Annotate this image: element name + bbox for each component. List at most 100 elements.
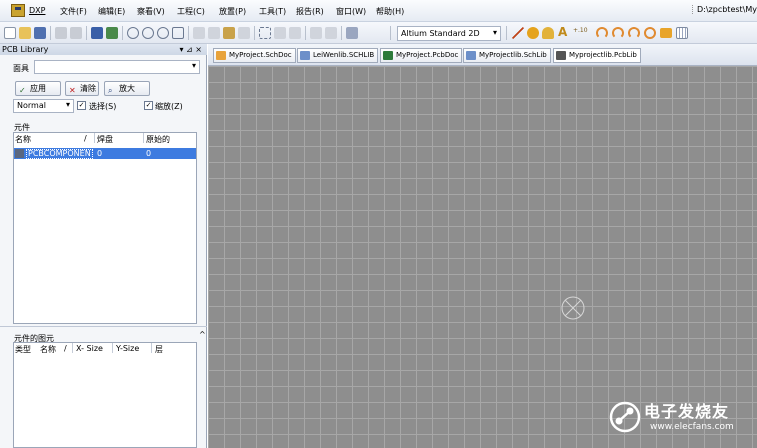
toolbar-separator [50, 26, 51, 40]
menu-window[interactable]: 窗口(W) [336, 6, 366, 17]
toolbar-separator [122, 26, 123, 40]
mode-select[interactable]: Normal [13, 99, 74, 113]
menu-project[interactable]: 工程(C) [177, 6, 205, 17]
document-path: D:\zpcbtest\My [692, 5, 757, 14]
tab-myprojectlib-schlib[interactable]: MyProjectlib.SchLib [463, 48, 551, 63]
primitives-list [13, 342, 197, 448]
place-coordinate-icon[interactable]: +.10 [573, 27, 593, 39]
menu-tools[interactable]: 工具(T) [259, 6, 286, 17]
tab-label: MyProjectlib.SchLib [479, 51, 547, 59]
rubber-stamp-icon[interactable] [238, 27, 250, 39]
zoom-button-label: 放大 [119, 84, 135, 93]
column-divider [151, 343, 152, 353]
watermark: 电子发烧友 www.elecfans.com [606, 396, 757, 444]
dxp-logo-icon[interactable] [11, 4, 25, 17]
menu-help[interactable]: 帮助(H) [376, 6, 404, 17]
column-type[interactable]: 类型 [15, 344, 31, 355]
tab-myproject-pcbdoc[interactable]: MyProject.PcbDoc [380, 48, 463, 63]
move-icon[interactable] [274, 27, 286, 39]
menu-edit[interactable]: 编辑(E) [98, 6, 125, 17]
place-string-icon[interactable]: A [558, 26, 570, 39]
library-icon[interactable] [106, 27, 118, 39]
print-preview-icon[interactable] [70, 27, 82, 39]
component-name: PCBCOMPONEN [26, 149, 93, 159]
components-list [13, 132, 197, 324]
undo-icon[interactable] [310, 27, 322, 39]
zoom-checkbox[interactable]: ✓ [144, 101, 153, 110]
layers-icon[interactable] [91, 27, 103, 39]
zoom-fit-icon[interactable] [157, 27, 169, 39]
save-icon[interactable] [34, 27, 46, 39]
mask-input[interactable] [34, 60, 200, 74]
grid-icon[interactable] [346, 27, 358, 39]
mask-label: 面具 [13, 64, 29, 73]
new-file-icon[interactable] [4, 27, 16, 39]
place-pad-icon[interactable] [527, 27, 539, 39]
redo-icon[interactable] [325, 27, 337, 39]
menu-place[interactable]: 放置(P) [219, 6, 246, 17]
arc-center-icon[interactable] [596, 27, 608, 39]
column-sort-indicator: / [64, 344, 67, 353]
collapse-up-icon[interactable]: ^ [199, 330, 206, 339]
tab-label: MyProject.SchDoc [229, 51, 292, 59]
zoom-area-icon[interactable] [172, 27, 184, 39]
column-primitives[interactable]: 原始的 [146, 134, 170, 145]
select-checkbox-label: 选择(S) [89, 102, 117, 111]
column-divider [72, 343, 73, 353]
print-icon[interactable] [55, 27, 67, 39]
panel-controls[interactable]: ▾ ⊿ × [179, 44, 202, 55]
table-row[interactable]: PCBCOMPONEN 0 0 [14, 148, 196, 159]
clear-icon: ✕ [69, 86, 76, 95]
place-line-icon[interactable] [512, 27, 524, 39]
clear-button-label: 清除 [80, 84, 96, 93]
array-paste-icon[interactable] [676, 27, 688, 39]
component-icon [15, 149, 24, 158]
cut-icon[interactable] [193, 27, 205, 39]
copy-icon[interactable] [208, 27, 220, 39]
tab-leiwenlib-schlib[interactable]: LeiWenlib.SCHLIB [297, 48, 379, 63]
paste-icon[interactable] [223, 27, 235, 39]
zoom-in-icon[interactable] [127, 27, 139, 39]
apply-button-label: 应用 [30, 84, 46, 93]
pcb-library-panel: PCB Library ▾ ⊿ × 面具 ✓ 应用 ✕ 清除 ⌕ 放大 Norm… [0, 44, 207, 448]
select-checkbox[interactable]: ✓ [77, 101, 86, 110]
tab-label: Myprojectlib.PcbLib [569, 51, 637, 59]
arc-any-angle-icon[interactable] [628, 27, 640, 39]
toolbar-separator [86, 26, 87, 40]
apply-button[interactable]: ✓ 应用 [15, 81, 61, 96]
column-name[interactable]: 名称 [40, 344, 56, 355]
watermark-url: www.elecfans.com [650, 422, 734, 432]
zoom-out-icon[interactable] [142, 27, 154, 39]
document-tabs: MyProject.SchDoc LeiWenlib.SCHLIB MyProj… [208, 44, 757, 66]
view-mode-select[interactable]: Altium Standard 2D [397, 26, 501, 41]
column-divider [112, 343, 113, 353]
pcb-canvas[interactable] [208, 66, 757, 448]
deselect-icon[interactable] [289, 27, 301, 39]
arc-edge-icon[interactable] [612, 27, 624, 39]
clear-button[interactable]: ✕ 清除 [65, 81, 99, 96]
schematic-doc-icon [216, 51, 226, 60]
panel-splitter[interactable] [0, 326, 207, 327]
full-circle-icon[interactable] [644, 27, 656, 39]
column-pads[interactable]: 焊盘 [97, 134, 113, 145]
tab-myproject-schdoc[interactable]: MyProject.SchDoc [213, 48, 296, 63]
column-name[interactable]: 名称 [15, 134, 31, 145]
menu-file[interactable]: 文件(F) [60, 6, 87, 17]
toolbar-separator [188, 26, 189, 40]
fill-icon[interactable] [660, 28, 672, 38]
place-via-icon[interactable] [542, 27, 554, 39]
origin-marker-icon [561, 296, 585, 320]
column-x-size[interactable]: X- Size [76, 344, 103, 353]
column-y-size[interactable]: Y-Size [116, 344, 139, 353]
select-area-icon[interactable] [259, 27, 271, 39]
tab-myprojectlib-pcblib[interactable]: Myprojectlib.PcbLib [553, 48, 641, 63]
menu-view[interactable]: 察看(V) [137, 6, 165, 17]
toolbar-separator [305, 26, 306, 40]
zoom-button[interactable]: ⌕ 放大 [104, 81, 150, 96]
open-folder-icon[interactable] [19, 27, 31, 39]
magnifier-icon: ⌕ [108, 86, 113, 95]
menu-dxp[interactable]: DXP [29, 6, 45, 15]
column-layer[interactable]: 层 [155, 344, 163, 355]
toolbar-separator [254, 26, 255, 40]
menu-reports[interactable]: 报告(R) [296, 6, 324, 17]
